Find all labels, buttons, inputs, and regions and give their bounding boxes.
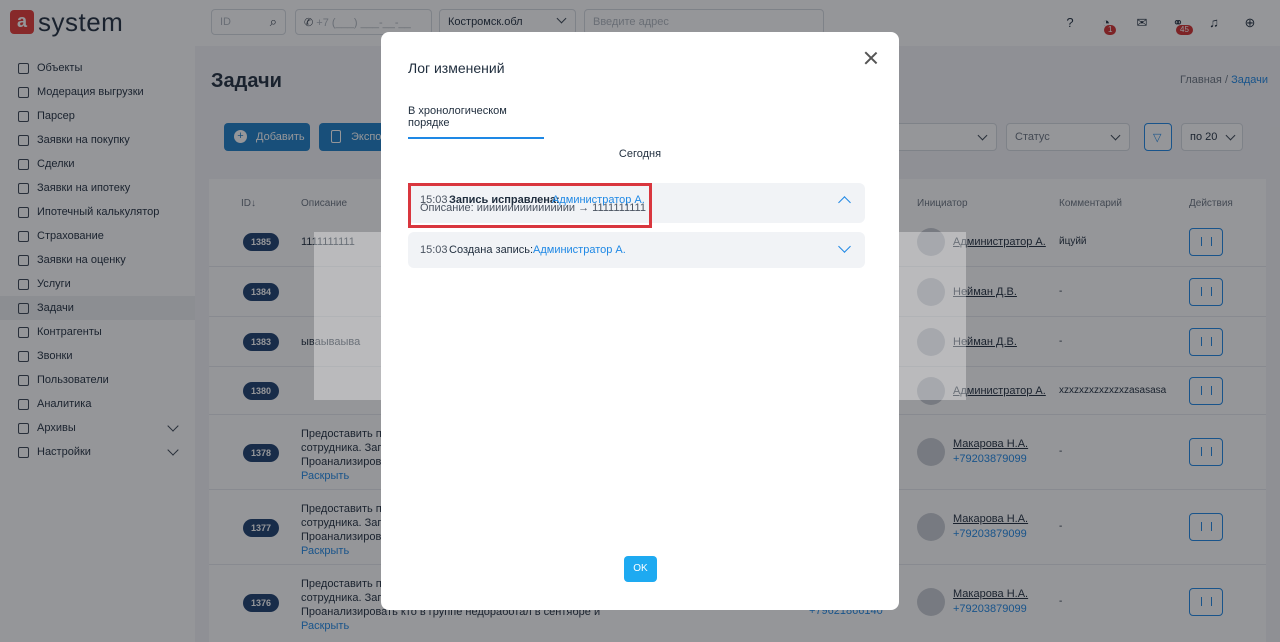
- change-log-modal: Лог изменений В хронологическом порядке …: [381, 32, 899, 610]
- close-icon[interactable]: [863, 50, 879, 66]
- modal-title: Лог изменений: [408, 60, 505, 76]
- highlight-annotation: [408, 183, 652, 228]
- day-heading: Сегодня: [618, 148, 662, 160]
- chevron-down-icon[interactable]: [838, 240, 851, 253]
- ok-button[interactable]: OK: [624, 556, 657, 582]
- log-time: 15:03: [420, 244, 448, 256]
- log-author[interactable]: Администратор А.: [533, 244, 626, 256]
- log-action: Создана запись:: [449, 244, 534, 256]
- tab-chronological[interactable]: В хронологическом порядке: [408, 105, 544, 139]
- chevron-up-icon[interactable]: [838, 196, 851, 209]
- log-entry[interactable]: 15:03 Создана запись: Администратор А.: [408, 232, 865, 268]
